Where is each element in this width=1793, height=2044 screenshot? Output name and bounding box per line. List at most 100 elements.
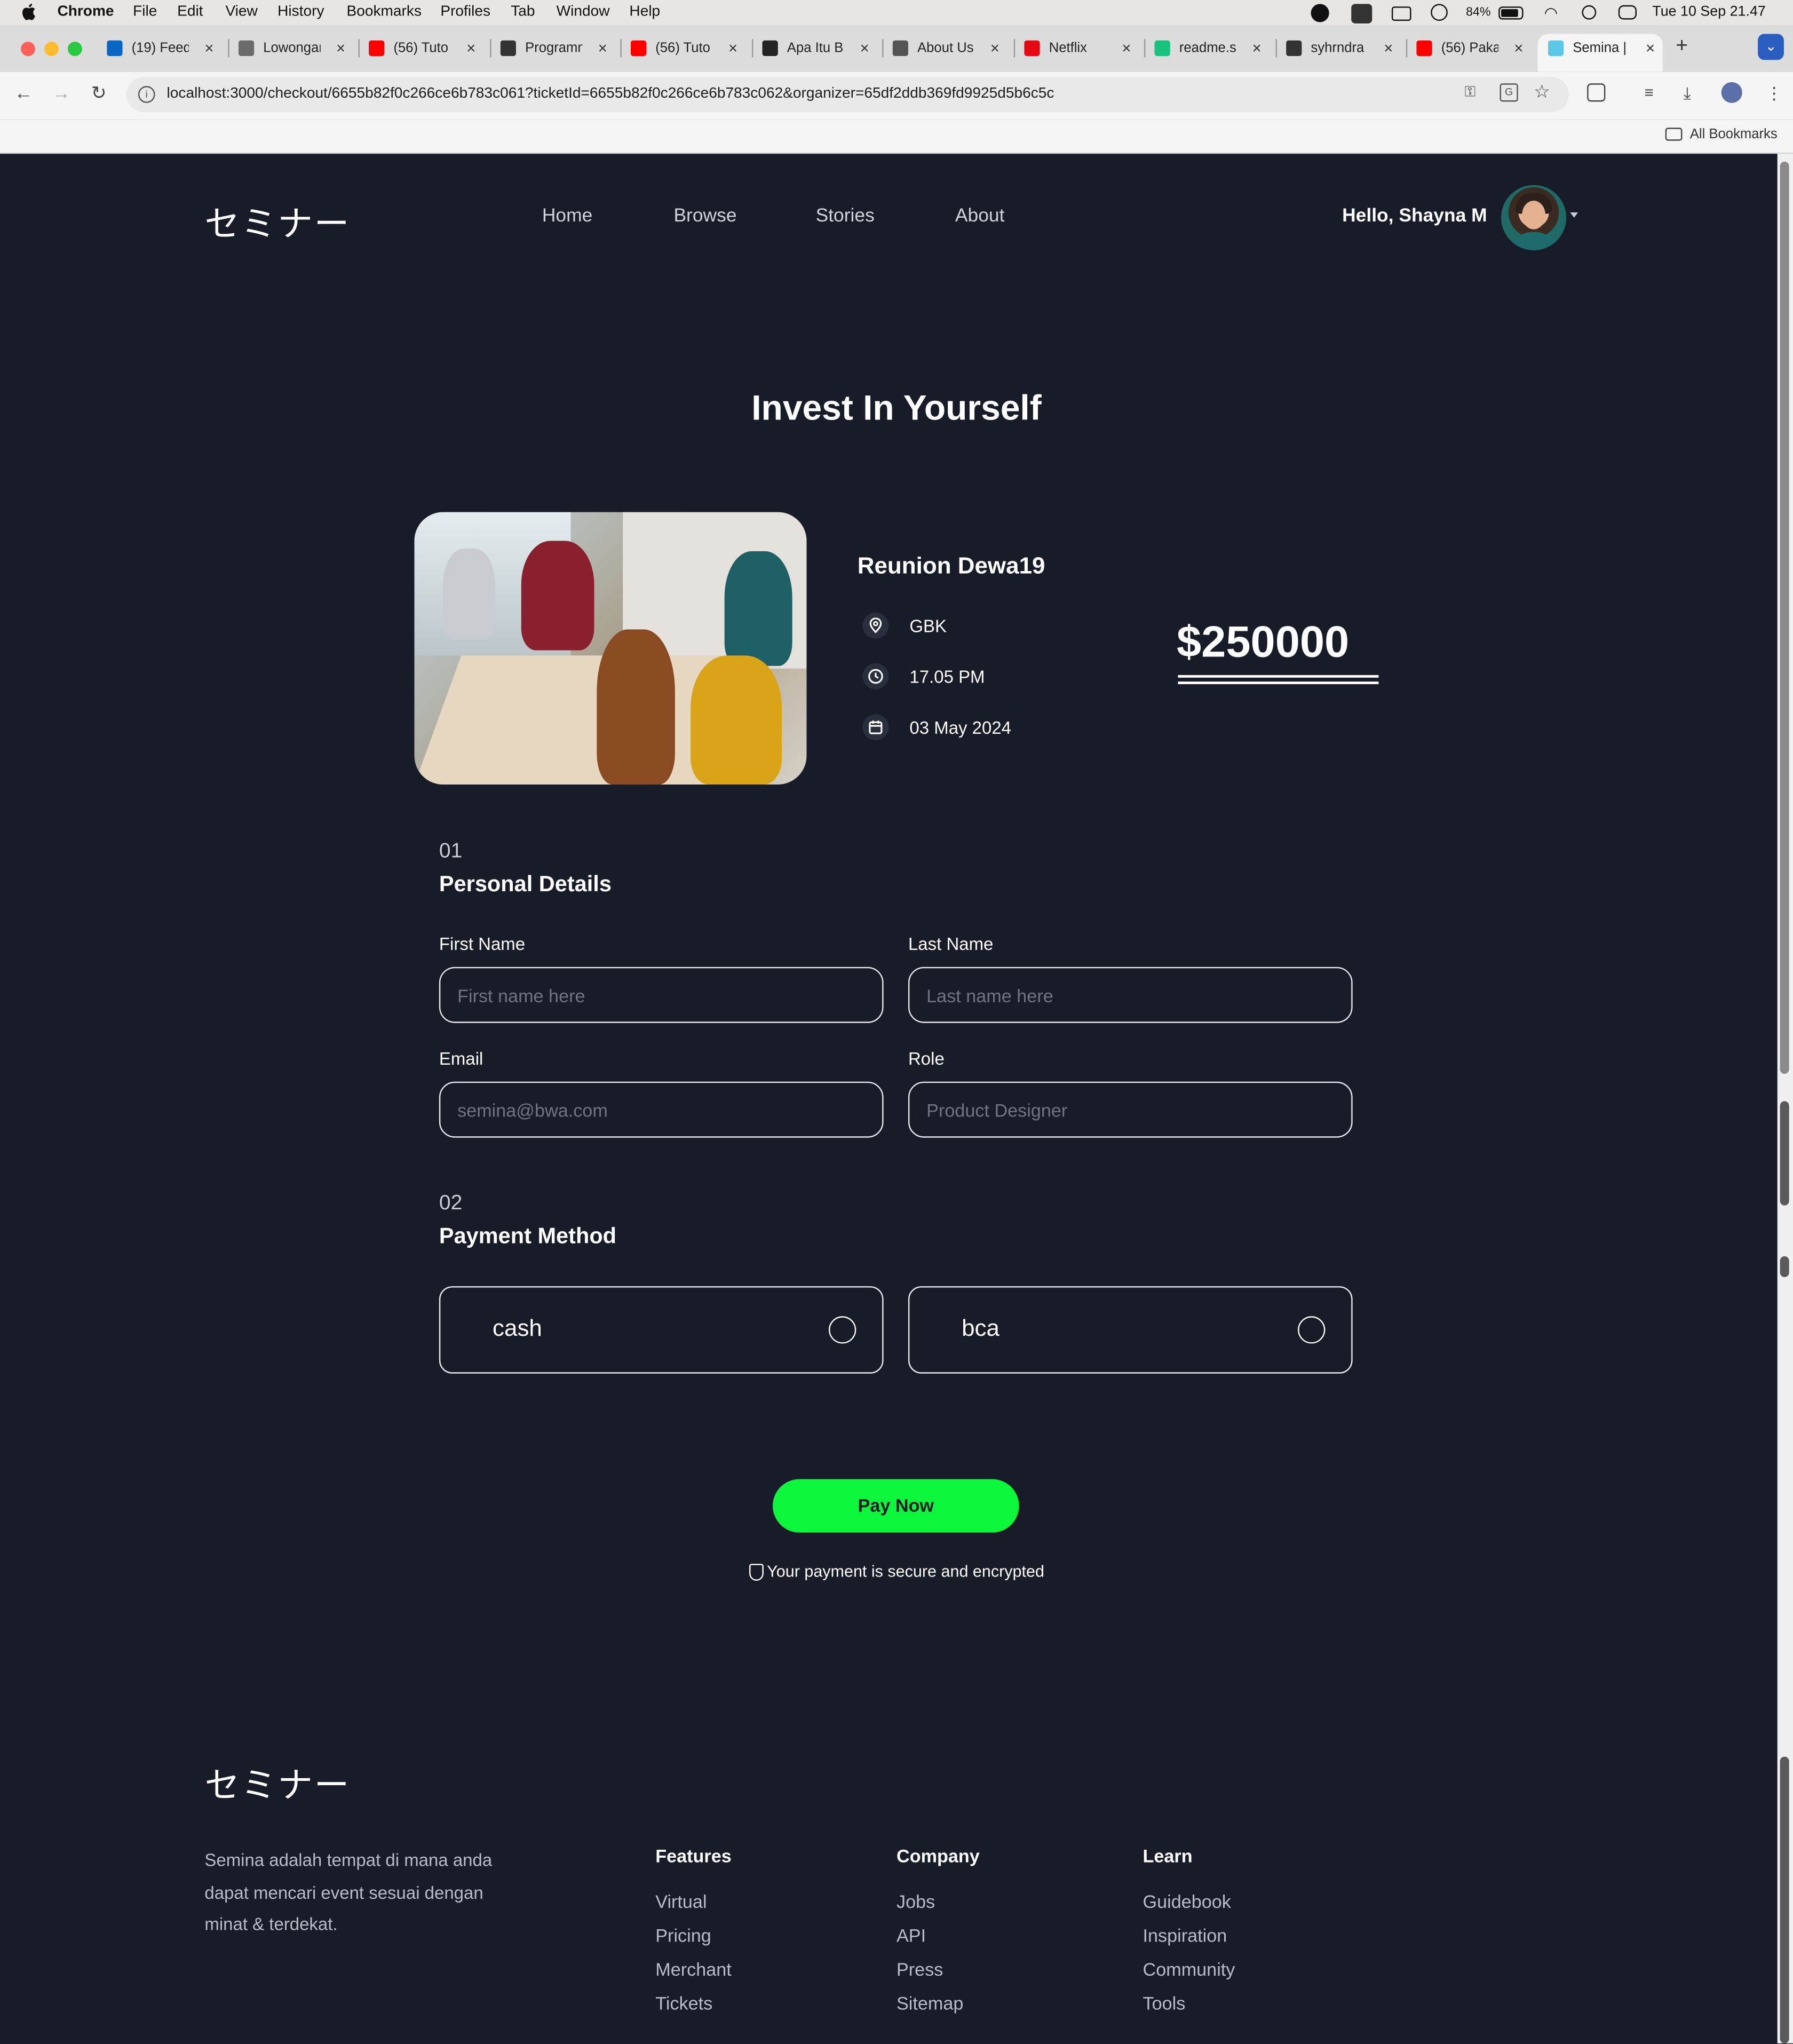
browser-tab[interactable]: (56) Paka ×	[1416, 35, 1524, 61]
tab-close-icon[interactable]: ×	[598, 39, 607, 57]
menu-view[interactable]: View	[225, 4, 257, 19]
reload-icon[interactable]: ↻	[91, 82, 107, 105]
menu-window[interactable]: Window	[557, 4, 610, 19]
payment-option-bca[interactable]: bca	[908, 1286, 1353, 1374]
email-input[interactable]	[439, 1081, 884, 1138]
scrollbar-thumb[interactable]	[1780, 161, 1789, 1074]
footer-link-inspiration[interactable]: Inspiration	[1143, 1925, 1227, 1946]
tab-close-icon[interactable]: ×	[728, 39, 737, 57]
tab-close-icon[interactable]: ×	[1646, 39, 1655, 57]
tab-close-icon[interactable]: ×	[466, 39, 475, 57]
nav-home[interactable]: Home	[542, 206, 592, 227]
user-avatar[interactable]	[1501, 185, 1567, 250]
back-arrow-icon[interactable]: ←	[14, 82, 33, 103]
payment-radio-cash[interactable]	[829, 1316, 856, 1344]
first-name-input[interactable]	[439, 966, 884, 1023]
browser-tab[interactable]: (56) Tuto ×	[630, 35, 737, 61]
role-input[interactable]	[908, 1081, 1353, 1138]
display-icon[interactable]	[1391, 6, 1411, 21]
apple-icon[interactable]	[21, 3, 36, 21]
payment-radio-bca[interactable]	[1298, 1316, 1326, 1344]
browser-tab[interactable]: Lowongan ×	[238, 35, 345, 61]
nav-stories[interactable]: Stories	[816, 206, 875, 227]
control-center-icon[interactable]	[1618, 5, 1637, 20]
play-circle-icon[interactable]	[1431, 4, 1448, 21]
new-tab-icon[interactable]: +	[1676, 35, 1688, 59]
payment-option-cash[interactable]: cash	[439, 1286, 884, 1374]
site-info-icon[interactable]: i	[138, 86, 155, 103]
browser-tab[interactable]: Netflix ×	[1024, 35, 1131, 61]
footer-link-guidebook[interactable]: Guidebook	[1143, 1891, 1231, 1912]
event-image-person	[691, 655, 782, 785]
browser-tab[interactable]: Programm ×	[500, 35, 607, 61]
spotlight-search-icon[interactable]	[1582, 5, 1597, 20]
s-app-icon[interactable]	[1351, 4, 1372, 23]
browser-tab[interactable]: Semina | ×	[1548, 35, 1655, 61]
window-minimize-button[interactable]	[44, 42, 59, 56]
tab-close-icon[interactable]: ×	[990, 39, 999, 57]
menu-bookmarks[interactable]: Bookmarks	[347, 4, 422, 19]
tab-close-icon[interactable]: ×	[204, 39, 213, 57]
tab-close-icon[interactable]: ×	[860, 39, 869, 57]
tab-close-icon[interactable]: ×	[336, 39, 345, 57]
menu-profiles[interactable]: Profiles	[440, 4, 490, 19]
browser-tab[interactable]: About Us ×	[892, 35, 999, 61]
menu-chrome[interactable]: Chrome	[57, 4, 114, 19]
tab-close-icon[interactable]: ×	[1514, 39, 1523, 57]
window-close-button[interactable]	[21, 42, 35, 56]
browser-tab[interactable]: Apa Itu B ×	[762, 35, 869, 61]
address-bar[interactable]: i localhost:3000/checkout/6655b82f0c266c…	[126, 77, 1569, 112]
profile-avatar-icon[interactable]	[1721, 82, 1742, 103]
footer-link-press[interactable]: Press	[896, 1959, 943, 1979]
scrollbar-marker	[1780, 1756, 1789, 2043]
browser-tab[interactable]: syhrndra ×	[1286, 35, 1393, 61]
footer-link-merchant[interactable]: Merchant	[655, 1959, 732, 1979]
browser-tab[interactable]: readme.s ×	[1154, 35, 1262, 61]
footer-link-community[interactable]: Community	[1143, 1959, 1235, 1979]
address-url[interactable]: localhost:3000/checkout/6655b82f0c266ce6…	[167, 86, 1054, 101]
tab-close-icon[interactable]: ×	[1384, 39, 1393, 57]
menu-file[interactable]: File	[133, 4, 157, 19]
footer-link-pricing[interactable]: Pricing	[655, 1925, 711, 1946]
tab-separator	[358, 39, 360, 58]
site-logo[interactable]: セミナー	[204, 195, 350, 246]
battery-icon[interactable]	[1498, 6, 1524, 20]
nav-about[interactable]: About	[955, 206, 1005, 227]
nav-browse[interactable]: Browse	[673, 206, 736, 227]
download-icon[interactable]: ⤓	[1684, 83, 1691, 104]
footer-link-sitemap[interactable]: Sitemap	[896, 1993, 963, 2014]
footer-link-jobs[interactable]: Jobs	[896, 1891, 935, 1912]
browser-tab[interactable]: (56) Tuto ×	[369, 35, 475, 61]
bookmark-star-icon[interactable]: ☆	[1534, 81, 1550, 103]
extensions-icon[interactable]	[1587, 83, 1606, 102]
forward-arrow-icon[interactable]: →	[52, 82, 70, 103]
menu-tab[interactable]: Tab	[511, 4, 535, 19]
more-menu-icon[interactable]: ⋮	[1766, 83, 1783, 104]
tab-search-icon[interactable]: ⌄	[1758, 34, 1784, 60]
footer-link-tools[interactable]: Tools	[1143, 1993, 1186, 2014]
translate-icon[interactable]: G	[1500, 83, 1518, 102]
menu-help[interactable]: Help	[629, 4, 660, 19]
window-zoom-button[interactable]	[67, 42, 82, 56]
browser-tab[interactable]: (19) Feed ×	[107, 35, 213, 61]
footer-link-api[interactable]: API	[896, 1925, 926, 1946]
tab-favicon-icon	[1024, 40, 1040, 56]
menu-edit[interactable]: Edit	[177, 4, 203, 19]
footer-link-tickets[interactable]: Tickets	[655, 1993, 712, 2014]
all-bookmarks-button[interactable]: All Bookmarks	[1665, 126, 1778, 142]
section-number-payment: 02	[439, 1192, 463, 1215]
menu-history[interactable]: History	[277, 4, 324, 19]
grammarly-icon[interactable]	[1311, 4, 1329, 22]
tab-favicon-icon	[369, 40, 385, 56]
tab-close-icon[interactable]: ×	[1122, 39, 1131, 57]
reading-list-icon[interactable]: ≡	[1645, 83, 1654, 101]
user-menu-chevron-down-icon[interactable]	[1570, 212, 1578, 218]
footer-logo[interactable]: セミナー	[204, 1757, 350, 1808]
footer-link-virtual[interactable]: Virtual	[655, 1891, 707, 1912]
page-scrollbar[interactable]	[1777, 154, 1793, 2043]
pay-now-button[interactable]: Pay Now	[773, 1479, 1019, 1533]
last-name-input[interactable]	[908, 966, 1353, 1023]
tab-close-icon[interactable]: ×	[1252, 39, 1262, 57]
wifi-icon[interactable]: ◠	[1544, 4, 1564, 22]
password-key-icon[interactable]: ⚿	[1465, 85, 1475, 102]
